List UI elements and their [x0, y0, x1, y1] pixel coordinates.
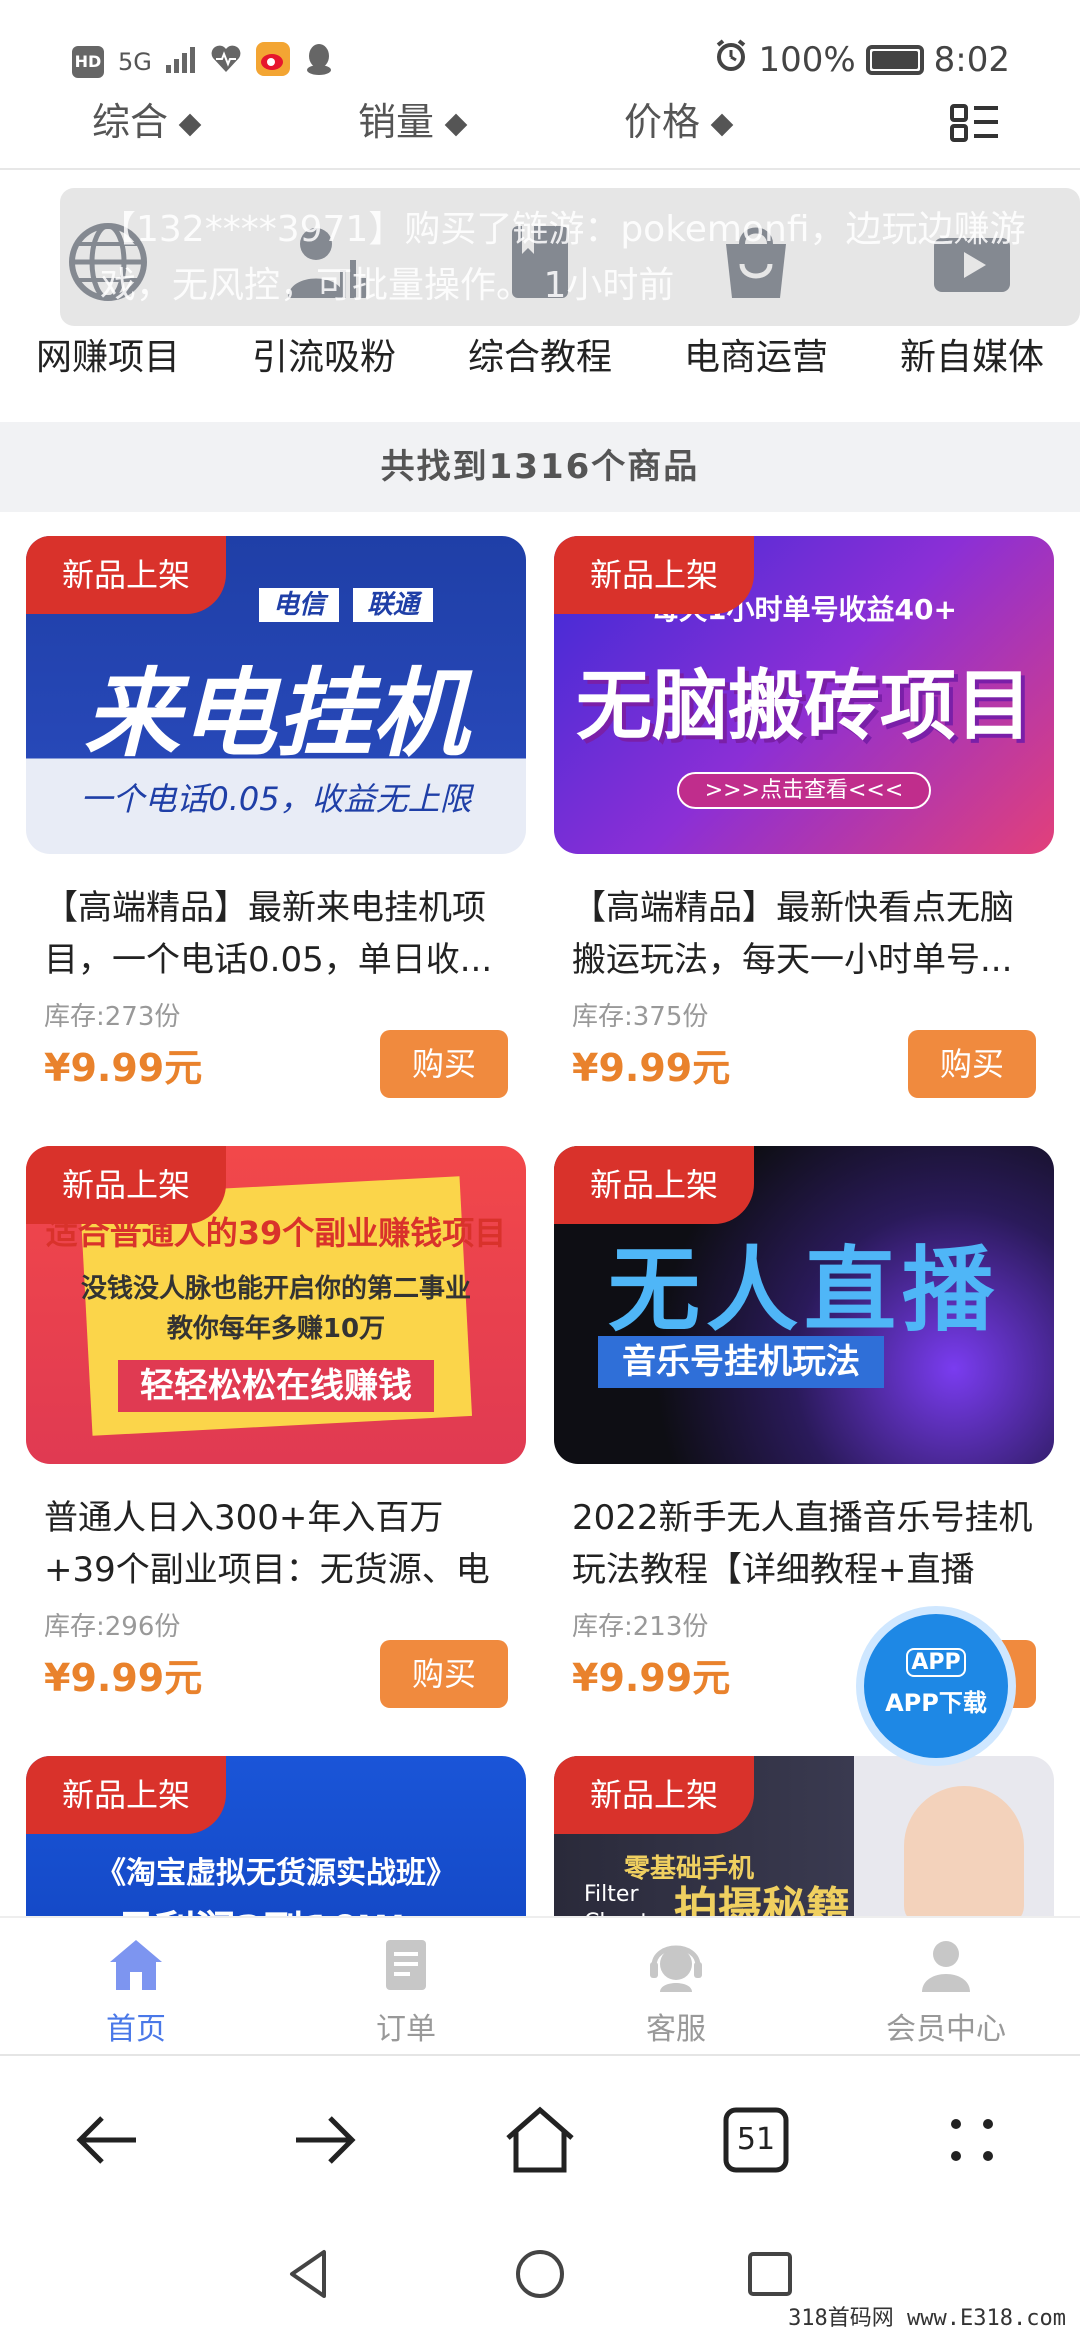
product-title: 普通人日入300+年入百万+39个副业项目：无货源、电商... — [44, 1498, 490, 1590]
new-arrival-tag: 新品上架 — [554, 1146, 754, 1224]
banner-text: 《淘宝虚拟无货源实战班》 — [96, 1856, 456, 1891]
product-banner: 每天1小时单号收益40+ 无脑搬砖项目 >>>点击查看<<< 新品上架 — [554, 536, 1054, 854]
sort-arrow-icon — [444, 113, 468, 136]
banner-text: 教你每年多赚10万 — [166, 1314, 386, 1344]
system-nav: 318首码网 www.E318.com — [0, 2222, 1080, 2340]
tab-label: 订单 — [376, 2012, 436, 2047]
banner-text: 无人直播 — [607, 1237, 1000, 1344]
tab-label: 客服 — [646, 2012, 706, 2047]
app-download-label: APP下载 — [885, 1689, 987, 1717]
app-badge: APP — [906, 1648, 966, 1677]
app-download-button[interactable]: APP APP下载 — [856, 1606, 1016, 1766]
tab-orders[interactable]: 订单 — [306, 1936, 506, 2048]
new-arrival-tag: 新品上架 — [26, 1756, 226, 1834]
browser-toolbar: 51 — [0, 2054, 1080, 2222]
category-label: 综合教程 — [467, 337, 612, 378]
new-arrival-tag: 新品上架 — [26, 1146, 226, 1224]
category-label: 新自媒体 — [899, 337, 1044, 378]
product-card[interactable]: 适合普通人的39个副业赚钱项目 没钱没人脉也能开启你的第二事业 教你每年多赚10… — [26, 1146, 526, 1708]
product-card[interactable]: 每天1小时单号收益40+ 无脑搬砖项目 >>>点击查看<<< 新品上架 【高端精… — [554, 536, 1054, 1098]
headset-icon — [646, 1936, 706, 1994]
buy-button[interactable]: 购买 — [380, 1640, 508, 1708]
product-title: 【高端精品】最新来电挂机项目，一个电话0.05，单日收... — [44, 888, 493, 980]
tabs-button[interactable]: 51 — [716, 2100, 796, 2180]
tab-bar: 首页 订单 客服 会员中心 — [0, 1916, 1080, 2054]
layout-toggle-icon[interactable] — [948, 102, 1002, 146]
banner-text: 一个电话0.05，收益无上限 — [80, 780, 472, 818]
banner-text: 轻轻松松在线赚钱 — [118, 1360, 434, 1412]
sort-bar: 综合 销量 价格 — [0, 92, 1080, 170]
tab-label: 会员中心 — [886, 2012, 1006, 2047]
tab-home[interactable]: 首页 — [36, 1936, 236, 2048]
sort-sales[interactable]: 销量 — [358, 92, 468, 168]
nav-back-icon[interactable] — [280, 2244, 340, 2304]
result-count: 共找到1316个商品 — [0, 422, 1080, 512]
battery-icon — [865, 44, 924, 75]
banner-text: 没钱没人脉也能开启你的第二事业 — [80, 1274, 471, 1304]
status-bar: HD 5G 100% 8:02 — [0, 0, 1080, 92]
category-label: 网赚项目 — [35, 337, 180, 378]
sort-label: 综合 — [92, 100, 169, 144]
health-icon — [210, 44, 242, 80]
tab-label: 首页 — [106, 2012, 166, 2047]
sort-arrow-icon — [710, 113, 734, 136]
product-stock: 库存:273份 — [44, 1002, 181, 1032]
tab-service[interactable]: 客服 — [576, 1936, 776, 2048]
nav-home-icon[interactable] — [510, 2244, 570, 2304]
new-arrival-tag: 新品上架 — [26, 536, 226, 614]
product-stock: 库存:296份 — [44, 1612, 181, 1642]
qq-icon — [304, 42, 334, 82]
new-arrival-tag: 新品上架 — [554, 1756, 754, 1834]
banner-text: 来电挂机 — [84, 658, 468, 770]
member-icon — [916, 1936, 976, 1994]
sort-arrow-icon — [178, 113, 202, 136]
sort-comprehensive[interactable]: 综合 — [92, 92, 202, 168]
product-banner: 无人直播 音乐号挂机玩法 新品上架 — [554, 1146, 1054, 1464]
sort-label: 销量 — [358, 100, 435, 144]
alarm-icon — [714, 38, 748, 81]
weibo-icon — [255, 42, 290, 82]
product-card[interactable]: 电信 联通 来电挂机 一个电话0.05，收益无上限 新品上架 【高端精品】最新来电… — [26, 536, 526, 1098]
banner-text: 联通 — [353, 588, 434, 622]
product-stock: 库存:375份 — [572, 1002, 709, 1032]
network-label: 5G — [118, 48, 152, 76]
product-title: 【高端精品】最新快看点无脑搬运玩法，每天一小时单号... — [572, 888, 1014, 980]
tab-count: 51 — [736, 2122, 776, 2157]
forward-arrow-icon[interactable] — [284, 2100, 364, 2180]
purchase-ticker: 【132****3971】购买了链游：pokemonfi，边玩边赚游戏，无风控，… — [60, 188, 1080, 326]
category-label: 电商运营 — [683, 337, 828, 378]
order-icon — [376, 1936, 436, 1994]
banner-text: >>>点击查看<<< — [676, 772, 932, 809]
home-browser-icon[interactable] — [500, 2100, 580, 2180]
banner-text: 音乐号挂机玩法 — [598, 1336, 884, 1388]
new-arrival-tag: 新品上架 — [554, 536, 754, 614]
hd-icon: HD — [72, 46, 104, 78]
signal-icon — [165, 45, 196, 79]
sort-price[interactable]: 价格 — [624, 92, 734, 168]
menu-dots-icon[interactable] — [932, 2100, 1012, 2180]
watermark: 318首码网 www.E318.com — [782, 2298, 1072, 2334]
tab-member[interactable]: 会员中心 — [846, 1936, 1046, 2048]
category-label: 引流吸粉 — [251, 337, 396, 378]
presenter-photo — [904, 1786, 1024, 1926]
buy-button[interactable]: 购买 — [908, 1030, 1036, 1098]
product-title: 2022新手无人直播音乐号挂机玩法教程【详细教程+直播素... — [572, 1498, 1033, 1590]
banner-text: 电信 — [258, 588, 339, 622]
product-banner: 适合普通人的39个副业赚钱项目 没钱没人脉也能开启你的第二事业 教你每年多赚10… — [26, 1146, 526, 1464]
battery-percent: 100% — [758, 39, 856, 80]
buy-button[interactable]: 购买 — [380, 1030, 508, 1098]
product-banner: 电信 联通 来电挂机 一个电话0.05，收益无上限 新品上架 — [26, 536, 526, 854]
back-arrow-icon[interactable] — [68, 2100, 148, 2180]
banner-text: Filter — [584, 1882, 639, 1907]
clock: 8:02 — [933, 39, 1010, 80]
nav-recents-icon[interactable] — [740, 2244, 800, 2304]
banner-text: 无脑搬砖项目 — [576, 661, 1032, 750]
sort-label: 价格 — [624, 100, 701, 144]
home-icon — [106, 1936, 166, 1994]
